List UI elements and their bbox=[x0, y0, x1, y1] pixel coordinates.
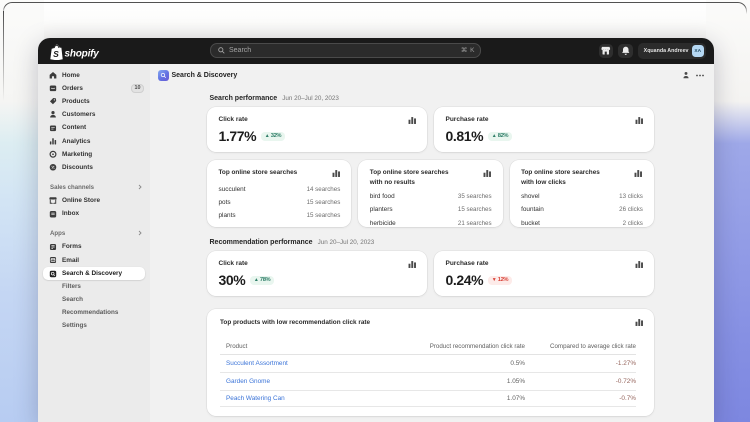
svg-text:shopify: shopify bbox=[65, 48, 100, 59]
svg-text:S: S bbox=[53, 48, 59, 58]
